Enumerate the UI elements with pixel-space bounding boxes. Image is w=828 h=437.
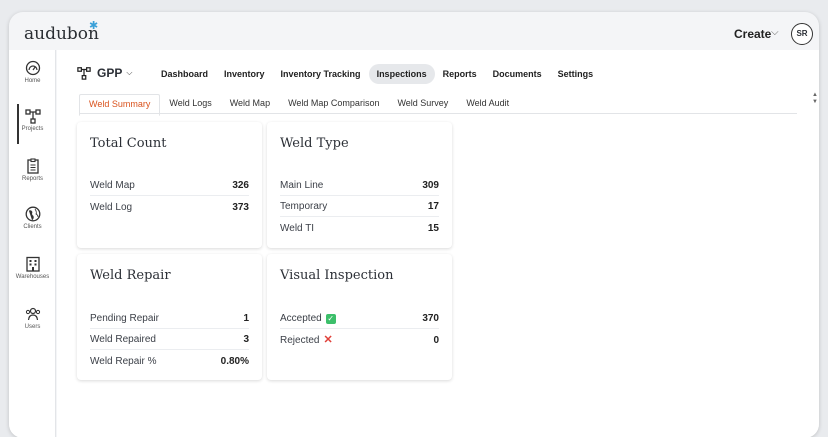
stat-label: Weld Repair %	[90, 355, 157, 367]
stat-row: Main Line 309	[280, 176, 439, 196]
stat-value: 370	[422, 313, 439, 324]
x-icon: ✕	[323, 334, 333, 346]
user-avatar[interactable]: SR	[791, 23, 813, 45]
stat-value: 3	[243, 334, 249, 345]
stat-value: 373	[232, 201, 249, 213]
card-title: Visual Inspection	[280, 268, 394, 283]
card-title: Weld Type	[280, 136, 349, 151]
card-weld-type: Weld Type Main Line 309 Temporary 17 Wel…	[267, 122, 452, 248]
stat-row: Weld Repaired 3	[90, 330, 249, 350]
project-hierarchy-icon	[24, 109, 41, 124]
logo-star-icon: ✱	[89, 20, 99, 32]
tab-documents[interactable]: Documents	[485, 64, 550, 84]
stat-label: Main Line	[280, 180, 324, 191]
stat-value: 309	[422, 180, 439, 191]
app-window: audubon ✱ Create ⌵ SR Home Projects Repo…	[9, 12, 819, 437]
stat-label-text: Accepted	[280, 313, 322, 324]
app-logo[interactable]: audubon	[24, 24, 99, 44]
stat-row: Temporary 17	[280, 197, 439, 217]
sidebar-item-label: Home	[24, 78, 41, 84]
tab-dashboard[interactable]: Dashboard	[153, 64, 216, 84]
sidebar-item-warehouses[interactable]: Warehouses	[9, 252, 56, 296]
stat-value: 326	[232, 180, 249, 191]
dashboard-gauge-icon	[25, 60, 40, 76]
stat-label: Accepted ✓	[280, 313, 336, 324]
tab-divider	[79, 113, 797, 114]
sidebar-item-clients[interactable]: Clients	[9, 202, 56, 246]
check-icon: ✓	[325, 313, 336, 324]
sidebar: Home Projects Reports Clients Warehouses…	[9, 50, 56, 437]
stat-label-text: Rejected	[280, 334, 320, 346]
globe-icon	[25, 206, 40, 222]
main-content: GPP ⌵ Dashboard Inventory Inventory Trac…	[57, 50, 819, 437]
stat-row: Weld TI 15	[280, 218, 439, 238]
tab-inventory[interactable]: Inventory	[216, 64, 273, 84]
stat-label: Rejected ✕	[280, 335, 333, 346]
main-tabs: Dashboard Inventory Inventory Tracking I…	[153, 64, 601, 84]
card-title: Weld Repair	[90, 268, 171, 283]
stat-label: Weld Log	[90, 201, 133, 213]
stat-value: 15	[427, 222, 439, 234]
sidebar-item-label: Clients	[23, 224, 42, 230]
sidebar-item-home[interactable]: Home	[9, 56, 56, 100]
stat-value: 17	[427, 201, 439, 212]
sidebar-item-reports[interactable]: Reports	[9, 154, 56, 198]
clipboard-icon	[26, 158, 39, 174]
building-icon	[25, 256, 40, 272]
project-name: GPP	[97, 66, 123, 80]
top-bar: audubon ✱ Create ⌵ SR	[9, 12, 819, 50]
card-weld-repair: Weld Repair Pending Repair 1 Weld Repair…	[77, 254, 262, 380]
stat-value: 1	[243, 313, 249, 324]
sidebar-item-label: Users	[24, 324, 41, 330]
tab-settings[interactable]: Settings	[550, 64, 602, 84]
stat-label: Weld TI	[280, 222, 315, 234]
stat-row: Weld Log 373	[90, 197, 249, 217]
stat-value: 0.80%	[220, 355, 249, 367]
stat-label: Temporary	[280, 201, 328, 212]
chevron-down-icon: ⌵	[126, 68, 133, 77]
stat-row: Accepted ✓ 370	[280, 309, 439, 329]
sidebar-item-label: Warehouses	[15, 274, 50, 280]
sidebar-item-label: Projects	[21, 126, 44, 132]
sidebar-item-label: Reports	[21, 176, 43, 182]
tab-scroll-arrows[interactable]: ▲ ▼	[812, 92, 818, 106]
project-hierarchy-icon	[77, 67, 91, 80]
stat-row: Pending Repair 1	[90, 309, 249, 329]
sidebar-item-projects[interactable]: Projects	[9, 104, 56, 148]
tab-inspections[interactable]: Inspections	[368, 64, 435, 84]
card-visual-inspection: Visual Inspection Accepted ✓ 370 Rejected…	[267, 254, 452, 380]
create-button[interactable]: Create	[734, 27, 771, 41]
project-selector[interactable]: GPP ⌵	[77, 66, 132, 80]
stat-row: Weld Repair % 0.80%	[90, 351, 249, 371]
sidebar-item-users[interactable]: Users	[9, 302, 56, 346]
stat-label: Pending Repair	[90, 313, 159, 324]
tab-reports[interactable]: Reports	[435, 64, 485, 84]
tab-inventory-tracking[interactable]: Inventory Tracking	[273, 64, 369, 84]
card-total-count: Total Count Weld Map 326 Weld Log 373	[77, 122, 262, 248]
stat-row: Rejected ✕ 0	[280, 330, 439, 350]
stat-label: Weld Map	[90, 180, 135, 191]
card-title: Total Count	[90, 136, 167, 151]
stat-value: 0	[433, 334, 439, 346]
stat-label: Weld Repaired	[90, 334, 156, 345]
users-icon	[25, 307, 40, 321]
chevron-down-icon[interactable]: ⌵	[771, 27, 779, 38]
stat-row: Weld Map 326	[90, 176, 249, 196]
